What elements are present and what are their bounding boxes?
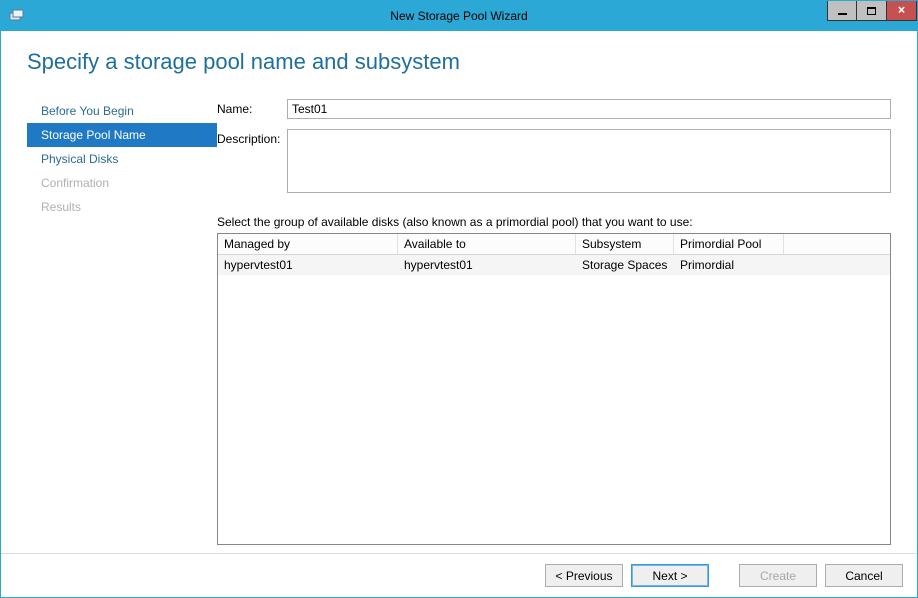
page-title: Specify a storage pool name and subsyste… (27, 49, 891, 75)
minimize-button[interactable] (827, 1, 857, 21)
previous-button[interactable]: < Previous (545, 564, 623, 587)
col-header-primordial-pool[interactable]: Primordial Pool (674, 234, 784, 254)
grid-header: Managed by Available to Subsystem Primor… (218, 234, 890, 255)
col-header-managed-by[interactable]: Managed by (218, 234, 398, 254)
description-row: Description: (217, 129, 891, 193)
content-area: Specify a storage pool name and subsyste… (1, 31, 917, 553)
cell-subsystem: Storage Spaces (576, 255, 674, 275)
grid-body: hypervtest01 hypervtest01 Storage Spaces… (218, 255, 890, 544)
sidebar-item-results: Results (27, 195, 217, 219)
col-header-filler (784, 234, 890, 254)
pool-select-prompt: Select the group of available disks (als… (217, 215, 891, 229)
cell-primordial-pool: Primordial (674, 255, 784, 275)
name-row: Name: (217, 99, 891, 119)
sidebar-item-storage-pool-name[interactable]: Storage Pool Name (27, 123, 217, 147)
description-label: Description: (217, 129, 287, 146)
cancel-button[interactable]: Cancel (825, 564, 903, 587)
primordial-pool-grid[interactable]: Managed by Available to Subsystem Primor… (217, 233, 891, 545)
main-pane: Name: Description: Select the group of a… (217, 99, 891, 545)
window-controls: × (827, 1, 917, 21)
button-gap (717, 564, 731, 587)
body-row: Before You Begin Storage Pool Name Physi… (27, 99, 891, 545)
sidebar-item-before-you-begin[interactable]: Before You Begin (27, 99, 217, 123)
description-input[interactable] (287, 129, 891, 193)
window-title: New Storage Pool Wizard (1, 9, 917, 23)
footer: < Previous Next > Create Cancel (1, 553, 917, 597)
create-button: Create (739, 564, 817, 587)
col-header-available-to[interactable]: Available to (398, 234, 576, 254)
name-input[interactable] (287, 99, 891, 119)
title-bar: New Storage Pool Wizard × (1, 1, 917, 31)
sidebar-item-physical-disks[interactable]: Physical Disks (27, 147, 217, 171)
close-button[interactable]: × (887, 1, 917, 21)
maximize-button[interactable] (857, 1, 887, 21)
table-row[interactable]: hypervtest01 hypervtest01 Storage Spaces… (218, 255, 890, 275)
step-sidebar: Before You Begin Storage Pool Name Physi… (27, 99, 217, 545)
name-label: Name: (217, 99, 287, 116)
col-header-subsystem[interactable]: Subsystem (576, 234, 674, 254)
window-frame: New Storage Pool Wizard × Specify a stor… (0, 0, 918, 598)
sidebar-item-confirmation: Confirmation (27, 171, 217, 195)
next-button[interactable]: Next > (631, 564, 709, 587)
cell-managed-by: hypervtest01 (218, 255, 398, 275)
cell-available-to: hypervtest01 (398, 255, 576, 275)
